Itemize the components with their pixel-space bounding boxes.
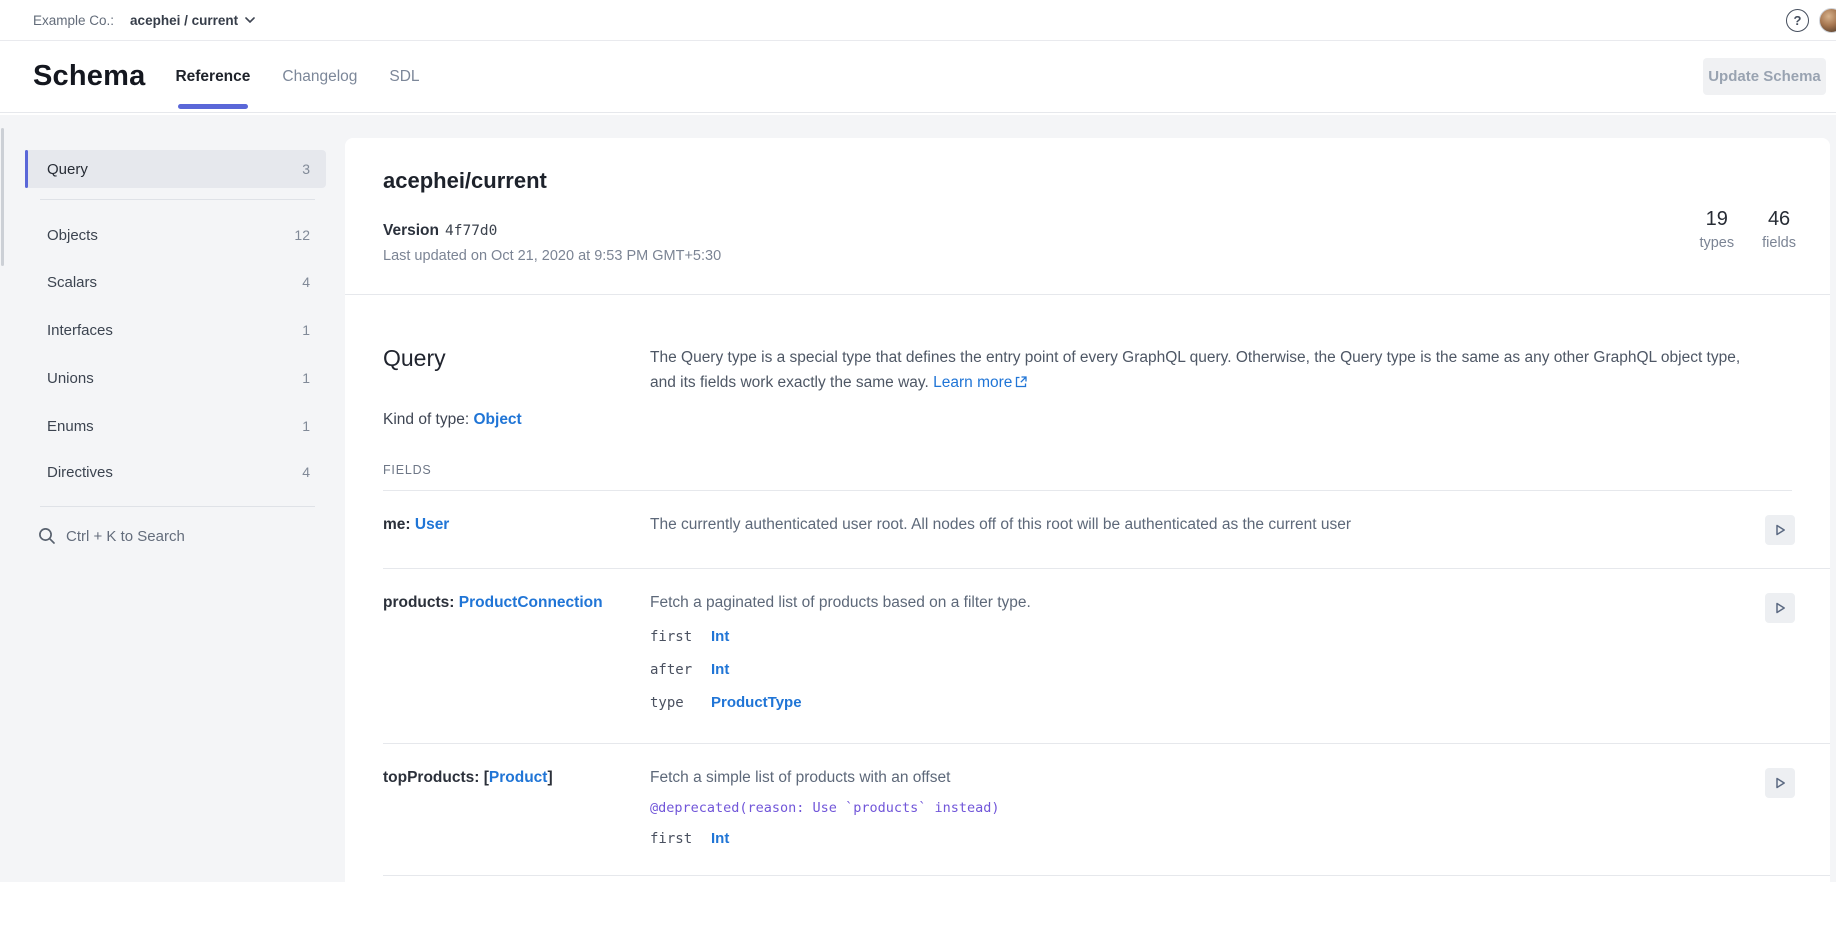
field-args: first Int after Int type ProductType [650, 625, 1760, 715]
type-description: The Query type is a special type that de… [650, 345, 1760, 395]
top-bar: Example Co.: acephei / current ? [0, 0, 1836, 41]
run-in-explorer-button[interactable] [1765, 768, 1795, 798]
sidebar-item-unions[interactable]: Unions 1 [25, 359, 326, 397]
field-row-products: products: ProductConnection Fetch a pagi… [383, 569, 1830, 744]
play-icon [1773, 523, 1787, 537]
arg-type-link[interactable]: Int [711, 658, 1760, 682]
field-name: me: User [383, 513, 650, 537]
arg-type-link[interactable]: Int [711, 625, 1760, 649]
page-title: Schema [33, 60, 145, 93]
arg-name: after [650, 658, 711, 682]
field-row-partial [383, 876, 1830, 936]
schema-reference-card: acephei/current Version 4f77d0 Last updat… [345, 138, 1830, 894]
field-row-me: me: User The currently authenticated use… [383, 491, 1830, 569]
field-row-topproducts: topProducts: [Product] Fetch a simple li… [383, 744, 1830, 876]
arg-type-link[interactable]: ProductType [711, 691, 1760, 715]
external-link-icon [1015, 376, 1027, 388]
sidebar-count: 3 [302, 161, 310, 177]
arg-row: after Int [650, 658, 1760, 682]
avatar[interactable] [1819, 8, 1836, 33]
tab-reference[interactable]: Reference [175, 41, 250, 112]
version-line: Version 4f77d0 [383, 222, 497, 240]
kind-of-type-row: Kind of type: Object [383, 411, 1792, 429]
sidebar-item-objects[interactable]: Objects 12 [25, 216, 326, 254]
run-in-explorer-button[interactable] [1765, 593, 1795, 623]
type-name: Query [383, 345, 650, 395]
arg-row: type ProductType [650, 691, 1760, 715]
sidebar-count: 4 [302, 274, 310, 290]
sidebar-item-interfaces[interactable]: Interfaces 1 [25, 311, 326, 349]
graph-title: acephei/current [383, 168, 547, 194]
learn-more-link[interactable]: Learn more [933, 374, 1012, 391]
run-in-explorer-button[interactable] [1765, 515, 1795, 545]
field-type-link[interactable]: Product [489, 769, 548, 786]
graph-selector-label: acephei / current [130, 13, 238, 28]
version-label: Version [383, 222, 439, 239]
sidebar-item-query[interactable]: Query 3 [25, 150, 326, 188]
sidebar-divider [40, 506, 315, 507]
sidebar-item-scalars[interactable]: Scalars 4 [25, 263, 326, 301]
field-description: Fetch a simple list of products with an … [650, 766, 1760, 790]
field-description: The currently authenticated user root. A… [650, 513, 1760, 537]
last-updated: Last updated on Oct 21, 2020 at 9:53 PM … [383, 248, 721, 264]
field-name: products: ProductConnection [383, 591, 650, 715]
field-name: topProducts: [Product] [383, 766, 650, 851]
stat-types: 19 types [1699, 208, 1734, 251]
graph-selector-dropdown[interactable]: acephei / current [130, 13, 255, 28]
schema-type-sidebar: Query 3 Objects 12 Scalars 4 Interfaces … [0, 115, 345, 882]
stat-fields: 46 fields [1762, 208, 1796, 251]
sidebar-item-enums[interactable]: Enums 1 [25, 407, 326, 445]
arg-type-link[interactable]: Int [711, 827, 1760, 851]
search-hint: Ctrl + K to Search [66, 528, 185, 545]
chevron-down-icon [245, 17, 255, 23]
arg-row: first Int [650, 827, 1760, 851]
field-type-link[interactable]: ProductConnection [459, 594, 603, 611]
deprecated-annotation: @deprecated(reason: Use `products` inste… [650, 797, 1760, 819]
arg-row: first Int [650, 625, 1760, 649]
org-label: Example Co.: [33, 13, 114, 28]
content-area: Query 3 Objects 12 Scalars 4 Interfaces … [0, 115, 1836, 882]
kind-of-type-link[interactable]: Object [473, 411, 521, 428]
help-icon[interactable]: ? [1786, 9, 1809, 32]
tab-sdl[interactable]: SDL [389, 41, 419, 112]
tab-changelog[interactable]: Changelog [282, 41, 357, 112]
sidebar-divider [40, 199, 315, 200]
field-description: Fetch a paginated list of products based… [650, 591, 1760, 615]
field-args: first Int [650, 827, 1760, 851]
active-tab-underline [178, 104, 248, 109]
page-scrollbar[interactable] [1, 128, 4, 266]
search-icon [38, 527, 56, 545]
version-value: 4f77d0 [445, 223, 497, 239]
sidebar-count: 12 [294, 227, 310, 243]
play-icon [1773, 601, 1787, 615]
sidebar-count: 4 [302, 464, 310, 480]
graph-summary-header: acephei/current Version 4f77d0 Last updat… [345, 138, 1830, 295]
sidebar-item-directives[interactable]: Directives 4 [25, 453, 326, 491]
page-header: Schema Reference Changelog SDL Update Sc… [0, 41, 1836, 113]
arg-name: first [650, 827, 711, 851]
sidebar-count: 1 [302, 370, 310, 386]
type-section-query: Query The Query type is a special type t… [345, 295, 1830, 477]
sidebar-count: 1 [302, 322, 310, 338]
fields-section-label: FIELDS [383, 463, 1792, 477]
schema-search-trigger[interactable]: Ctrl + K to Search [38, 527, 185, 545]
sidebar-count: 1 [302, 418, 310, 434]
arg-name: type [650, 691, 711, 715]
schema-stats: 19 types 46 fields [1699, 208, 1796, 251]
field-type-link[interactable]: User [415, 516, 449, 533]
play-icon [1773, 776, 1787, 790]
arg-name: first [650, 625, 711, 649]
update-schema-button[interactable]: Update Schema [1703, 58, 1826, 95]
tab-bar: Reference Changelog SDL [175, 41, 419, 112]
